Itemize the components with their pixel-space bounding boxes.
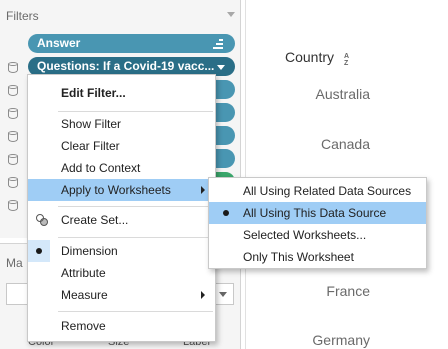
database-icon — [8, 200, 18, 211]
menu-item-label: Measure — [61, 288, 108, 302]
marks-title: Ma — [6, 256, 23, 270]
menu-item-label: Create Set... — [61, 213, 129, 227]
menu-item-clear-filter[interactable]: Clear Filter — [28, 135, 215, 157]
filter-pill-answer[interactable]: Answer — [28, 34, 235, 53]
submenu-item-all-this-data-source[interactable]: All Using This Data Source — [209, 202, 426, 224]
database-icon — [8, 131, 18, 142]
menu-item-measure[interactable]: Measure — [28, 284, 215, 306]
database-icon — [8, 85, 18, 96]
menu-item-add-to-context[interactable]: Add to Context — [28, 157, 215, 179]
database-icon — [8, 62, 18, 73]
filters-menu-caret-icon[interactable] — [227, 12, 235, 17]
row-label: Germany — [312, 332, 370, 348]
menu-item-apply-to-worksheets[interactable]: Apply to Worksheets — [28, 179, 215, 201]
filter-context-menu: Edit Filter... Show Filter Clear Filter … — [27, 74, 216, 342]
radio-selected-icon — [28, 240, 50, 262]
filter-pill-label: Questions: If a Covid-19 vacc... — [37, 59, 215, 73]
menu-separator — [58, 206, 213, 207]
row-label: France — [326, 283, 370, 299]
menu-item-remove[interactable]: Remove — [28, 315, 215, 337]
sort-az-icon[interactable]: AZ — [344, 53, 352, 67]
menu-item-dimension[interactable]: Dimension — [28, 240, 215, 262]
menu-item-edit-filter[interactable]: Edit Filter... — [28, 82, 215, 104]
chevron-down-icon[interactable] — [217, 65, 225, 70]
menu-separator — [58, 237, 213, 238]
radio-selected-icon — [223, 210, 229, 216]
database-icon — [8, 154, 18, 165]
chevron-down-icon — [219, 292, 227, 297]
apply-to-worksheets-submenu: All Using Related Data Sources All Using… — [208, 177, 427, 269]
chevron-right-icon — [201, 186, 205, 194]
database-icon — [8, 108, 18, 119]
submenu-item-label: All Using This Data Source — [243, 206, 387, 220]
menu-item-label: Apply to Worksheets — [61, 183, 171, 197]
menu-item-label: Dimension — [61, 244, 118, 258]
menu-item-create-set[interactable]: Create Set... — [28, 209, 215, 231]
filters-title: Filters — [6, 9, 39, 23]
filter-pill-label: Answer — [37, 36, 81, 50]
menu-item-attribute[interactable]: Attribute — [28, 262, 215, 284]
row-label: Canada — [320, 136, 370, 152]
row-label: Australia — [315, 86, 370, 102]
chevron-right-icon — [201, 291, 205, 299]
submenu-item-selected-worksheets[interactable]: Selected Worksheets... — [209, 224, 426, 246]
menu-separator — [58, 111, 213, 112]
menu-separator — [58, 311, 213, 312]
menu-item-show-filter[interactable]: Show Filter — [28, 113, 215, 135]
database-icon — [8, 177, 18, 188]
column-header-country[interactable]: Country — [285, 49, 334, 65]
view-divider — [245, 0, 246, 349]
sort-bars-icon — [213, 39, 223, 49]
submenu-item-only-this-worksheet[interactable]: Only This Worksheet — [209, 246, 426, 268]
submenu-item-all-related-data-sources[interactable]: All Using Related Data Sources — [209, 180, 426, 202]
create-set-icon — [36, 214, 48, 226]
